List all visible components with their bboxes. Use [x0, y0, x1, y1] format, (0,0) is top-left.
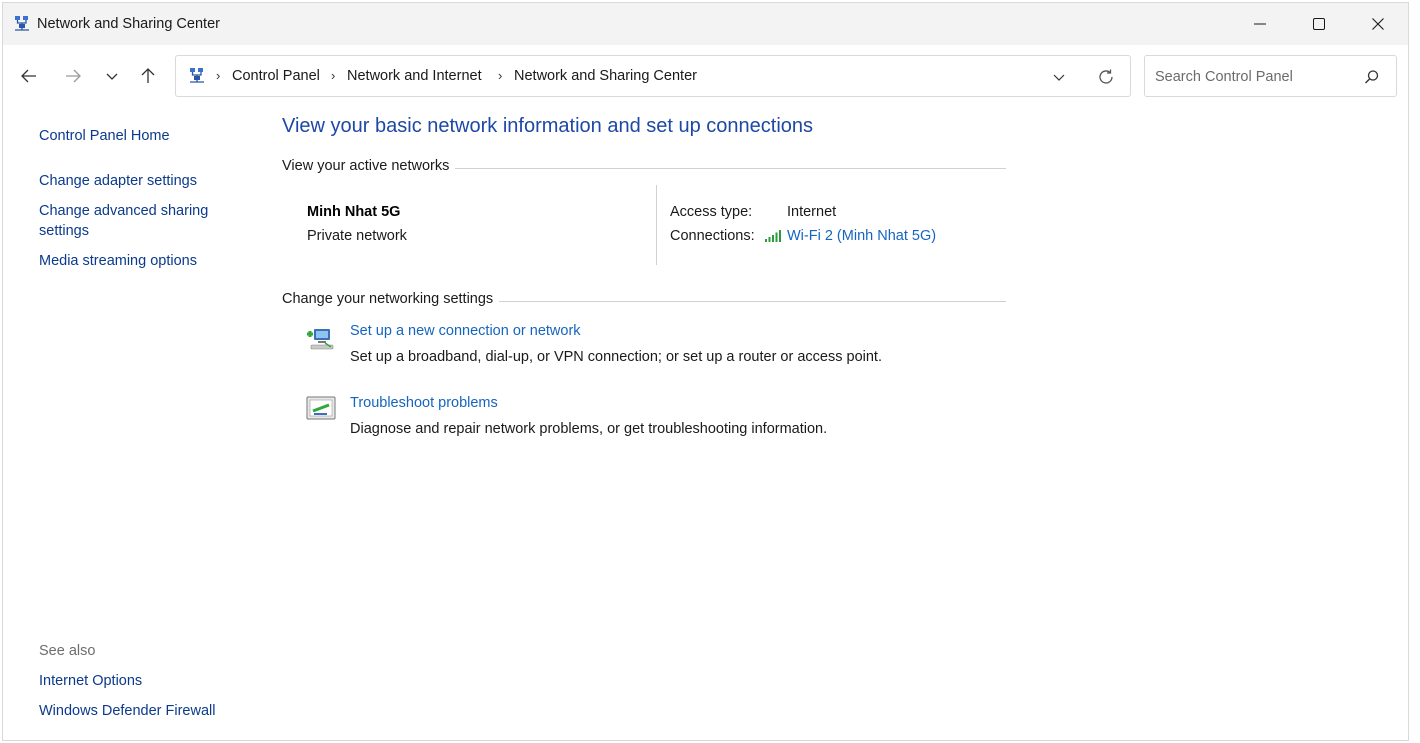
recent-locations-button[interactable] — [97, 61, 127, 91]
change-advanced-sharing-settings-link[interactable]: Change advanced sharing settings — [39, 201, 239, 241]
forward-button[interactable] — [58, 61, 88, 91]
setup-connection-link[interactable]: Set up a new connection or network — [350, 323, 581, 339]
network-category-link[interactable]: Private network — [307, 228, 407, 244]
wifi-signal-icon — [765, 230, 781, 242]
setup-connection-description: Set up a broadband, dial-up, or VPN conn… — [350, 349, 882, 365]
access-type-value: Internet — [787, 204, 837, 220]
troubleshoot-icon — [306, 396, 336, 420]
breadcrumb-separator[interactable]: › — [216, 68, 220, 83]
search-box[interactable] — [1144, 55, 1397, 97]
back-button[interactable] — [14, 61, 44, 91]
address-bar[interactable]: › Control Panel › Network and Internet ›… — [175, 55, 1131, 97]
window-title: Network and Sharing Center — [37, 16, 220, 32]
change-settings-heading: Change your networking settings — [282, 291, 500, 307]
windows-defender-firewall-link[interactable]: Windows Defender Firewall — [39, 701, 215, 721]
troubleshoot-problems-description: Diagnose and repair network problems, or… — [350, 421, 828, 437]
access-type-label: Access type: — [670, 204, 753, 220]
active-networks-heading: View your active networks — [282, 158, 456, 174]
control-panel-home-link[interactable]: Control Panel Home — [39, 126, 170, 146]
arrow-right-icon — [66, 69, 81, 83]
navigation-bar: › Control Panel › Network and Internet ›… — [3, 45, 1408, 109]
chevron-down-icon — [1053, 74, 1065, 81]
up-button[interactable] — [133, 61, 163, 91]
search-input[interactable] — [1153, 66, 1357, 88]
see-also-heading: See also — [39, 643, 96, 659]
wifi-connection-link[interactable]: Wi-Fi 2 (Minh Nhat 5G) — [787, 228, 936, 244]
minimize-icon — [1254, 23, 1266, 25]
window: Network and Sharing Center › Control Pan… — [2, 2, 1409, 741]
refresh-button[interactable] — [1095, 67, 1117, 87]
network-name: Minh Nhat 5G — [307, 204, 401, 220]
breadcrumb-network-and-sharing-center[interactable]: Network and Sharing Center — [514, 68, 697, 84]
refresh-icon — [1099, 69, 1113, 84]
title-bar: Network and Sharing Center — [3, 3, 1408, 45]
chevron-down-icon — [106, 73, 118, 80]
minimize-button[interactable] — [1231, 3, 1289, 45]
maximize-button[interactable] — [1290, 3, 1348, 45]
breadcrumb-separator[interactable]: › — [331, 68, 335, 83]
new-connection-icon — [307, 329, 334, 350]
close-icon — [1372, 18, 1384, 30]
troubleshoot-problems-link[interactable]: Troubleshoot problems — [350, 395, 498, 411]
change-adapter-settings-link[interactable]: Change adapter settings — [39, 171, 197, 191]
breadcrumb-control-panel[interactable]: Control Panel — [232, 68, 320, 84]
breadcrumb-separator[interactable]: › — [498, 68, 502, 83]
network-info-divider — [656, 185, 657, 265]
connections-label: Connections: — [670, 228, 755, 244]
maximize-icon — [1313, 18, 1325, 30]
media-streaming-options-link[interactable]: Media streaming options — [39, 251, 197, 271]
page-title: View your basic network information and … — [282, 115, 814, 137]
arrow-left-icon — [21, 69, 36, 83]
search-icon[interactable] — [1363, 68, 1381, 86]
breadcrumb-network-and-internet[interactable]: Network and Internet — [347, 68, 482, 84]
arrow-up-icon — [141, 68, 155, 83]
network-center-icon — [15, 16, 29, 31]
internet-options-link[interactable]: Internet Options — [39, 671, 142, 691]
control-panel-icon — [190, 68, 204, 83]
close-button[interactable] — [1349, 3, 1407, 45]
address-history-button[interactable] — [1048, 67, 1070, 87]
